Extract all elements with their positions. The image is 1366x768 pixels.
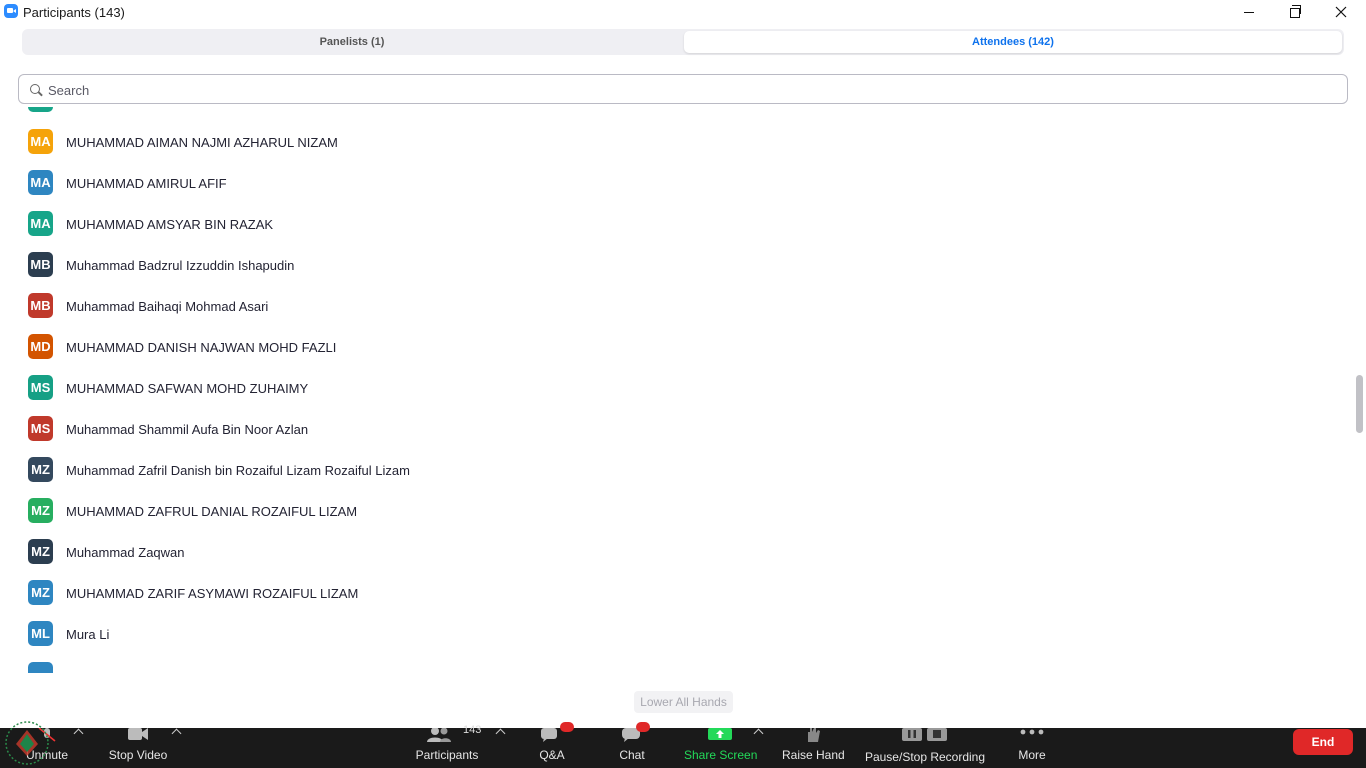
more-button[interactable]: More <box>1012 728 1052 768</box>
avatar <box>28 107 53 112</box>
qa-label: Q&A <box>539 748 565 762</box>
window-title: Participants (143) <box>23 5 125 20</box>
attendee-name: MUHAMMAD AIMAN NAJMI AZHARUL NIZAM <box>66 135 338 150</box>
raise-hand-label: Raise Hand <box>782 748 845 762</box>
stop-video-label: Stop Video <box>108 748 168 762</box>
tab-panelists[interactable]: Panelists (1) <box>24 31 680 53</box>
avatar: ML <box>28 621 53 646</box>
scrollbar-thumb[interactable] <box>1356 375 1363 433</box>
organization-logo <box>5 721 49 765</box>
list-item[interactable]: MB Muhammad Badzrul Izzuddin Ishapudin <box>0 245 1340 286</box>
list-item[interactable]: MA MUHAMMAD AIMAN NAJMI AZHARUL NIZAM <box>0 122 1340 163</box>
close-button[interactable] <box>1318 0 1364 24</box>
list-item[interactable]: MA MUHAMMAD AMIRUL AFIF <box>0 163 1340 204</box>
title-bar: Participants (143) <box>0 0 1366 26</box>
share-screen-icon <box>708 728 732 740</box>
attendee-name: MUHAMMAD ZARIF ASYMAWI ROZAIFUL LIZAM <box>66 586 359 601</box>
list-item[interactable] <box>0 655 1340 673</box>
avatar: MZ <box>28 580 53 605</box>
chat-notification-badge <box>636 722 650 732</box>
avatar: MS <box>28 416 53 441</box>
minimize-icon <box>1244 11 1254 13</box>
qa-notification-badge <box>560 722 574 732</box>
list-item[interactable]: MA MUHAMMAD AMSYAR BIN RAZAK <box>0 204 1340 245</box>
pause-stop-recording-icon <box>902 728 947 741</box>
avatar: MD <box>28 334 53 359</box>
avatar: MA <box>28 129 53 154</box>
chat-label: Chat <box>619 748 645 762</box>
restore-icon <box>1290 5 1301 18</box>
attendee-list[interactable]: MA MUHAMMAD AIMAN NAJMI AZHARUL NIZAM MA MU… <box>0 107 1352 673</box>
pause-stop-recording-button[interactable]: Pause/Stop Recording <box>864 728 986 768</box>
share-screen-button[interactable]: Share Screen <box>684 728 758 768</box>
list-item[interactable]: MB Muhammad Baihaqi Mohmad Asari <box>0 286 1340 327</box>
list-item[interactable] <box>0 107 1340 121</box>
avatar: MS <box>28 375 53 400</box>
raise-hand-icon <box>808 728 820 742</box>
zoom-app-icon <box>4 4 18 18</box>
attendee-name: Mura Li <box>66 627 110 642</box>
avatar: MA <box>28 211 53 236</box>
list-item[interactable]: MZ MUHAMMAD ZAFRUL DANIAL ROZAIFUL LIZAM <box>0 491 1340 532</box>
avatar: MZ <box>28 498 53 523</box>
participant-tabs: Panelists (1) Attendees (142) <box>22 29 1344 55</box>
attendee-name: MUHAMMAD AMSYAR BIN RAZAK <box>66 217 274 232</box>
list-item[interactable]: MS Muhammad Shammil Aufa Bin Noor Azlan <box>0 409 1340 450</box>
meeting-toolbar: Unmute Stop Video 143 Participants Q&A C… <box>0 722 1366 768</box>
tab-attendees[interactable]: Attendees (142) <box>684 31 1342 53</box>
avatar <box>28 662 53 673</box>
attendee-name: MUHAMMAD SAFWAN MOHD ZUHAIMY <box>66 381 309 396</box>
list-item[interactable]: ML Mura Li <box>0 614 1340 655</box>
raise-hand-button[interactable]: Raise Hand <box>782 728 845 768</box>
attendee-name: MUHAMMAD DANISH NAJWAN MOHD FAZLI <box>66 340 337 355</box>
qa-button[interactable]: Q&A <box>530 722 574 768</box>
list-item[interactable]: MS MUHAMMAD SAFWAN MOHD ZUHAIMY <box>0 368 1340 409</box>
chat-button[interactable]: Chat <box>612 722 652 768</box>
avatar: MZ <box>28 539 53 564</box>
attendee-name: Muhammad Zafril Danish bin Rozaiful Liza… <box>66 463 410 478</box>
attendee-name: MUHAMMAD AMIRUL AFIF <box>66 176 227 191</box>
end-meeting-button[interactable]: End <box>1293 729 1353 755</box>
attendee-name: Muhammad Shammil Aufa Bin Noor Azlan <box>66 422 309 437</box>
stop-video-button[interactable]: Stop Video <box>104 728 172 768</box>
list-item[interactable]: MD MUHAMMAD DANISH NAJWAN MOHD FAZLI <box>0 327 1340 368</box>
participants-icon <box>427 728 451 742</box>
share-screen-label: Share Screen <box>684 748 758 762</box>
participants-label: Participants <box>415 748 479 762</box>
more-label: More <box>1018 748 1046 762</box>
recording-label: Pause/Stop Recording <box>864 750 986 764</box>
list-item[interactable]: MZ Muhammad Zafril Danish bin Rozaiful Li… <box>0 450 1340 491</box>
attendee-name: Muhammad Badzrul Izzuddin Ishapudin <box>66 258 295 273</box>
attendee-name: MUHAMMAD ZAFRUL DANIAL ROZAIFUL LIZAM <box>66 504 358 519</box>
attendee-name: Muhammad Baihaqi Mohmad Asari <box>66 299 269 314</box>
participants-button[interactable]: 143 Participants <box>412 724 482 768</box>
search-icon <box>30 84 40 94</box>
avatar: MA <box>28 170 53 195</box>
video-camera-icon <box>128 728 148 740</box>
restore-button[interactable] <box>1272 0 1318 24</box>
search-box <box>18 74 1348 104</box>
list-item[interactable]: MZ Muhammad Zaqwan <box>0 532 1340 573</box>
video-options-chevron-icon[interactable] <box>171 728 182 739</box>
participant-count: 143 <box>463 724 482 736</box>
minimize-button[interactable] <box>1226 0 1272 24</box>
search-input[interactable] <box>46 76 1340 104</box>
list-item[interactable]: MZ MUHAMMAD ZARIF ASYMAWI ROZAIFUL LIZAM <box>0 573 1340 614</box>
avatar: MZ <box>28 457 53 482</box>
list-scrollbar[interactable] <box>1353 107 1365 673</box>
close-icon <box>1335 6 1347 18</box>
attendee-name: Muhammad Zaqwan <box>66 545 185 560</box>
lower-all-hands-button[interactable]: Lower All Hands <box>634 691 733 713</box>
more-ellipsis-icon <box>1020 729 1044 735</box>
avatar: MB <box>28 293 53 318</box>
avatar: MB <box>28 252 53 277</box>
participants-options-chevron-icon[interactable] <box>495 728 506 739</box>
